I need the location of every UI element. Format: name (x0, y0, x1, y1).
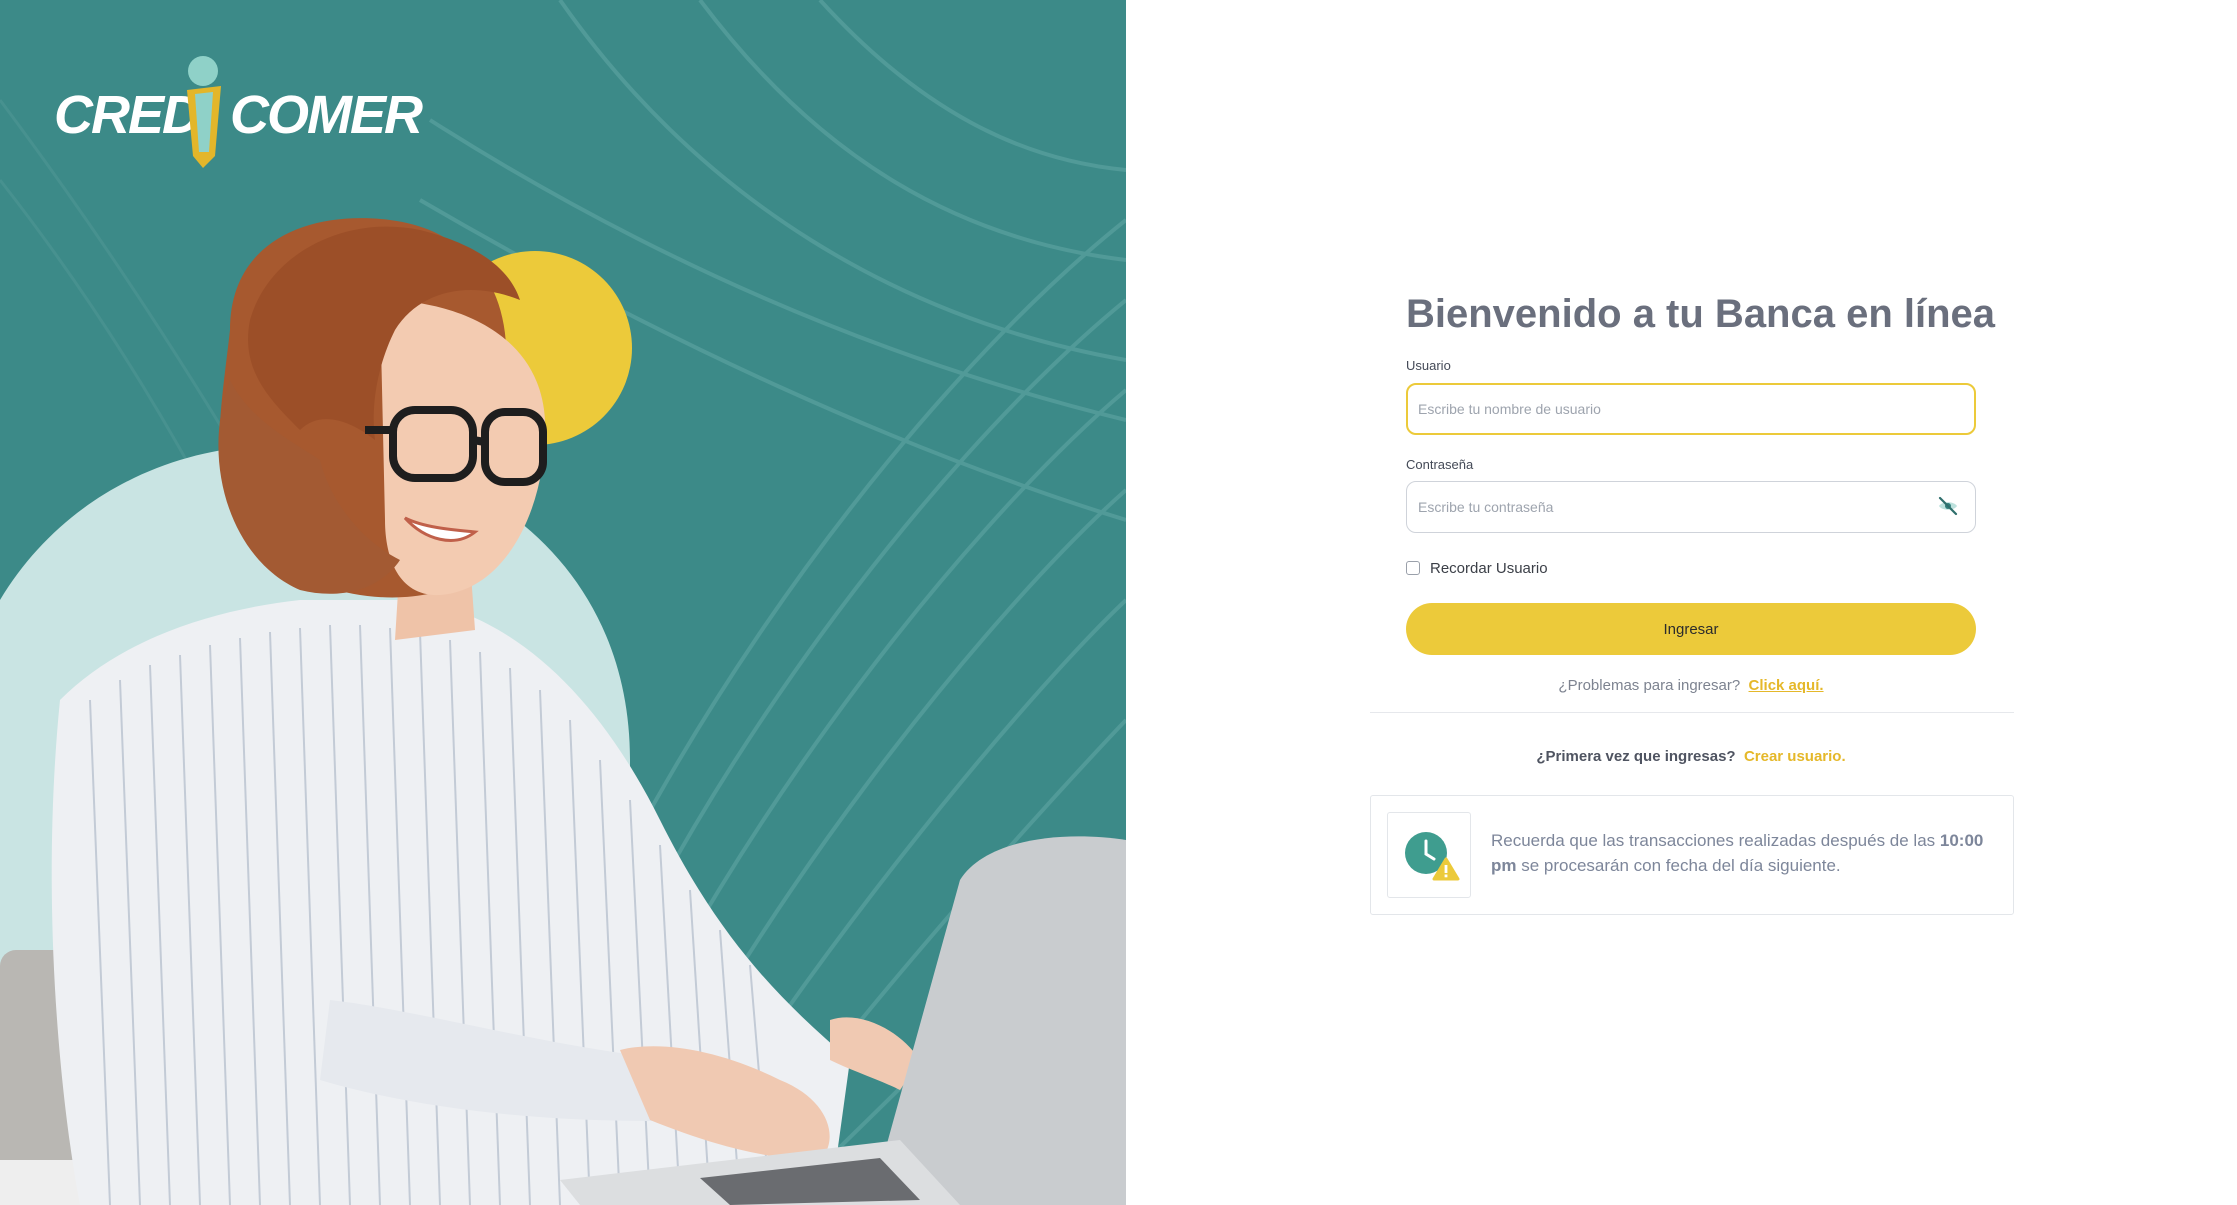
first-time-prompt: ¿Primera vez que ingresas? Crear usuario… (1406, 748, 1976, 765)
clock-warning-icon (1405, 832, 1460, 881)
username-label: Usuario (1406, 358, 1451, 373)
notice-text: Recuerda que las transacciones realizada… (1491, 828, 2001, 878)
first-time-question: ¿Primera vez que ingresas? (1536, 748, 1736, 765)
password-label: Contraseña (1406, 457, 1474, 472)
remember-user[interactable]: Recordar Usuario (1406, 559, 1548, 577)
login-help: ¿Problemas para ingresar? Click aquí. (1406, 677, 1976, 694)
notice-text-before: Recuerda que las transacciones realizada… (1491, 831, 1940, 850)
logo-text-left: CRED (54, 85, 201, 145)
create-user-link[interactable]: Crear usuario. (1744, 748, 1846, 765)
logo-text-right: COMER (230, 85, 423, 145)
remember-user-checkbox[interactable] (1406, 561, 1420, 575)
password-input[interactable] (1406, 481, 1976, 533)
notice-text-after: se procesarán con fecha del día siguient… (1516, 856, 1841, 875)
help-link[interactable]: Click aquí. (1749, 677, 1824, 694)
toggle-password-visibility-icon[interactable] (1936, 494, 1960, 518)
help-question: ¿Problemas para ingresar? (1558, 677, 1741, 694)
hero-illustration (0, 0, 1126, 1205)
page-title: Bienvenido a tu Banca en línea (1406, 292, 1996, 336)
hero-panel: CRED COMER (0, 0, 1126, 1205)
notice-icon-box (1387, 812, 1471, 898)
divider (1370, 712, 2014, 713)
transaction-notice: Recuerda que las transacciones realizada… (1370, 795, 2014, 915)
login-button[interactable]: Ingresar (1406, 603, 1976, 655)
logo-person-icon (187, 56, 221, 168)
username-input[interactable] (1406, 383, 1976, 435)
credicomer-logo[interactable]: CRED COMER (54, 56, 434, 172)
remember-user-label[interactable]: Recordar Usuario (1430, 560, 1548, 577)
